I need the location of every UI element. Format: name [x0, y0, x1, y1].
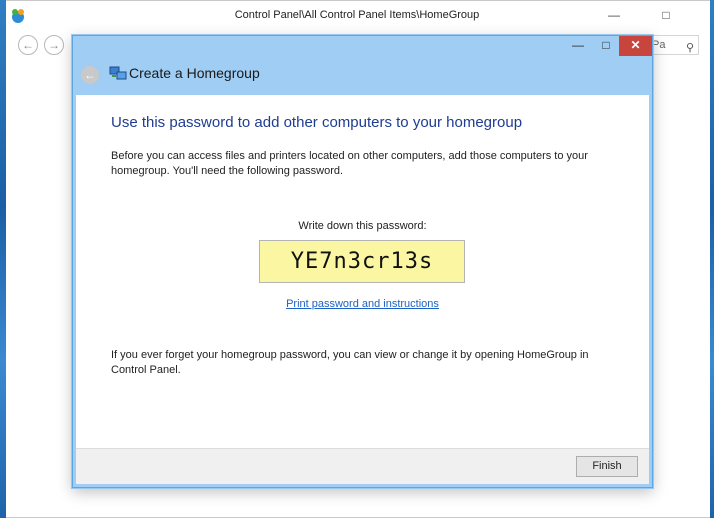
- dialog-back-icon[interactable]: ←: [81, 66, 99, 84]
- password-label: Write down this password:: [298, 220, 427, 232]
- dialog-heading: Use this password to add other computers…: [111, 114, 523, 131]
- dialog-minimize-button[interactable]: —: [567, 36, 589, 56]
- dialog-frame-bottom: [73, 484, 652, 487]
- search-input[interactable]: Pa ⚲: [647, 35, 699, 55]
- search-placeholder: Pa: [652, 39, 666, 51]
- cp-minimize-button[interactable]: —: [601, 5, 627, 25]
- dialog-close-button[interactable]: ✕: [619, 36, 652, 56]
- cp-maximize-button[interactable]: □: [653, 5, 679, 25]
- homegroup-icon: [109, 66, 127, 80]
- desktop-background-right: [710, 0, 714, 518]
- print-password-link[interactable]: Print password and instructions: [76, 298, 649, 310]
- dialog-footer: Finish: [76, 448, 649, 484]
- finish-button[interactable]: Finish: [576, 456, 638, 477]
- search-icon[interactable]: ⚲: [686, 39, 694, 57]
- dialog-frame-right: [649, 95, 652, 487]
- dialog-titlebar: — □ ✕ ← Create a Homegroup: [73, 36, 652, 95]
- dialog-description: Before you can access files and printers…: [111, 150, 588, 177]
- back-arrow-icon[interactable]: ←: [18, 35, 38, 55]
- forward-arrow-icon[interactable]: →: [44, 35, 64, 55]
- forget-password-note: If you ever forget your homegroup passwo…: [111, 349, 589, 376]
- dialog-title: Create a Homegroup: [129, 65, 260, 81]
- desktop-background-left: [0, 0, 6, 518]
- dialog-content: Use this password to add other computers…: [76, 95, 649, 449]
- dialog-maximize-button[interactable]: □: [595, 36, 617, 56]
- password-display: YE7n3cr13s: [259, 240, 465, 283]
- create-homegroup-dialog: — □ ✕ ← Create a Homegroup Use this pass…: [72, 35, 653, 488]
- control-panel-titlebar: Control Panel\All Control Panel Items\Ho…: [1, 1, 713, 31]
